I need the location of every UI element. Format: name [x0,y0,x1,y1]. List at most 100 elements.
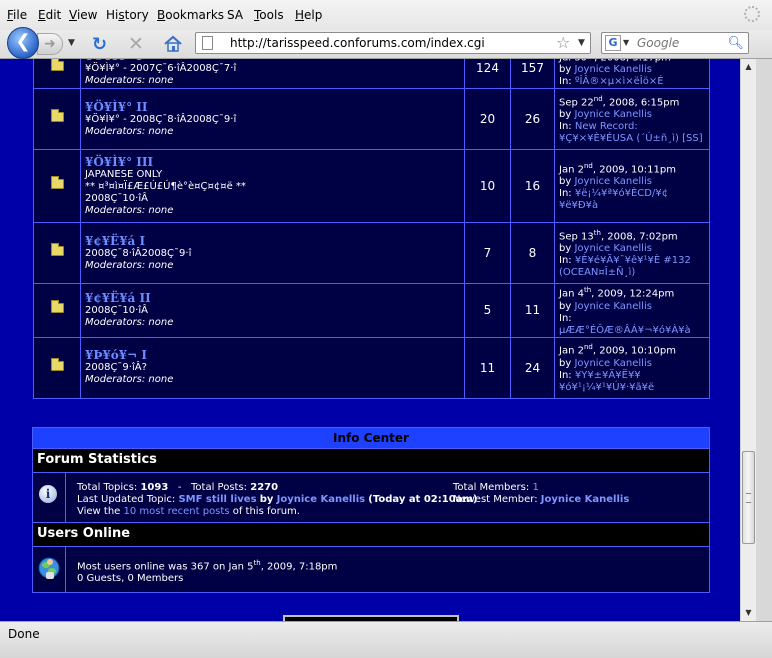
last-post-day: Sep 22 [559,97,594,109]
last-post-topic-link[interactable]: µÆÆ°ÉÔÆ®ÂÁ¥¬¥ó¥À¥à [559,325,691,336]
most-users-suffix: th [253,559,261,567]
board-info-cell: ¥¢¥Ë¥á II 2008Ç¯10·îÂ Moderators: none [80,283,465,338]
last-topic-link[interactable]: SMF still lives [178,494,256,505]
board-name-link[interactable]: ¥¢¥Ë¥á II [85,292,460,304]
window-frame-right [756,59,772,621]
newest-member-label: Newest Member: [453,494,538,505]
board-row: ¥Ö¥Ì¥° II ¥Ö¥Ì¥° - 2008Ç¯8·îÂ2008Ç¯9·î Mod… [33,88,710,151]
users-online-row: Most users online was 367 on Jan 5th, 20… [32,547,710,593]
stats-totals-line: Total Topics: 1093 - Total Posts: 2270 [77,482,477,494]
board-name-link[interactable]: ¥Ö¥Ì¥° III [85,156,460,168]
url-dropdown-icon[interactable]: ▼ [578,38,585,48]
search-input[interactable] [635,35,735,51]
last-post-author-link[interactable]: Joynice Kanellis [574,176,651,187]
forward-arrow-icon: ➜ [44,36,56,52]
last-post-topic-link[interactable]: ¥È¥é¥Ã¥¯¥ê¥¹¥È #132 (OCEAN¤Î±Ñ¸ì) [559,255,691,278]
menu-help[interactable]: Help [295,8,322,22]
board-icon-cell [33,222,81,285]
board-posts-count: 26 [510,88,555,151]
last-post-day-suffix: nd [583,343,593,352]
menu-tools[interactable]: Tools [254,8,284,22]
url-text[interactable]: http://tarisspeed.conforums.com/index.cg… [230,36,485,50]
last-post-in-label: In: [559,255,575,267]
back-button[interactable]: ❮ [7,27,39,59]
board-name-link[interactable]: ¥¢¥Ë¥á I [85,235,460,247]
last-post-in: In: ¥È¥é¥Ã¥¯¥ê¥¹¥È #132 (OCEAN¤Î±Ñ¸ì) [559,255,705,279]
recent-posts-link[interactable]: 10 most recent posts [124,506,230,517]
vertical-scrollbar[interactable]: ▲ ▼ [740,59,756,621]
scroll-down-icon[interactable]: ▼ [741,605,756,621]
google-icon[interactable]: G [605,35,621,51]
last-post-date: Sep 13th, 2008, 7:02pm [559,227,705,243]
stats-left-text: Total Topics: 1093 - Total Posts: 2270 L… [77,482,477,518]
last-post-in-label: In: [559,188,575,200]
board-name-link[interactable]: ¥Þ¥ó¥¬ I [85,349,460,361]
menu-history[interactable]: History [106,8,149,22]
stop-button[interactable]: ✕ [128,33,144,55]
board-topics-count: 10 [464,149,511,224]
board-info-cell: ¥Ö¥Ì¥° I¥Ö¥Ì¥° - 2007Ç¯6·îÂ2008Ç¯7·îMode… [80,59,465,90]
last-post-in: In: ºÎÂ®×µ×ì×ëÎö×É [559,76,705,88]
board-posts-count: 24 [510,336,555,399]
last-post-day-suffix: nd [593,95,603,104]
last-post-author-link[interactable]: Joynice Kanellis [574,243,651,254]
menu-bookmarks[interactable]: Bookmarks [157,8,224,22]
board-description: 2008Ç¯9·îÂ? [85,362,147,374]
last-post-topic-link[interactable]: ºÎÂ®×µ×ì×ëÎö×É [575,76,664,87]
board-last-post-cell: Jan 2nd, 2009, 10:10pm by Joynice Kanelli… [554,336,710,399]
menu-file[interactable]: File [7,8,27,22]
total-posts-value: 2270 [250,482,279,493]
last-post-in: In: ¥Y¥±¥Ä¥Ë¥¥¥ó¥¹¡¼¥¹¥Ú¥·¥ã¥ë [559,370,705,394]
forward-button[interactable]: ➜ [37,33,63,55]
folder-icon [50,59,64,72]
board-info-cell: ¥Þ¥ó¥¬ I 2008Ç¯9·îÂ? Moderators: none [80,336,465,399]
navigation-toolbar: ➜ ❮ ▼ ↻ ✕ http://tarisspeed.conforums.co… [0,27,772,59]
last-post-day: Jan 2 [559,345,584,357]
menu-sa[interactable]: SA [227,8,243,22]
board-posts-count: 11 [510,283,555,338]
menu-edit[interactable]: Edit [38,8,61,22]
scroll-thumb[interactable] [742,451,755,544]
stats-icon-cell: i [33,473,66,522]
board-name-link[interactable]: ¥Ö¥Ì¥° II [85,101,460,113]
last-post-author-link[interactable]: Joynice Kanellis [574,109,651,120]
newest-member-link[interactable]: Joynice Kanellis [541,494,629,505]
url-bar[interactable]: http://tarisspeed.conforums.com/index.cg… [195,32,591,54]
last-post-topic-link[interactable]: ¥ë¡¼¥ª¥ó¥ÈCD/¥¢¥ë¥Ð¥à [559,188,668,211]
search-bar: G ▼ 🔍︎ [601,32,749,54]
board-row: ¥¢¥Ë¥á I 2008Ç¯8·îÂ2008Ç¯9·î Moderators: n… [33,222,710,285]
board-description: 2008Ç¯8·îÂ2008Ç¯9·î [85,247,192,259]
search-icon[interactable]: 🔍︎ [727,36,744,51]
view-recent-line: View the 10 most recent posts of this fo… [77,506,477,518]
scroll-up-icon[interactable]: ▲ [741,59,756,75]
last-post-topic-link[interactable]: New Record: ¥Ç¥×¥È¥ÉUSA (´Ú±ñ¸ì) [SS] [559,121,703,144]
newest-member-line: Newest Member: Joynice Kanellis [453,494,629,506]
board-moderators: Moderators: none [85,316,174,328]
last-post-author-link[interactable]: Joynice Kanellis [574,358,651,369]
last-post-author-link[interactable]: Joynice Kanellis [574,64,651,75]
last-post-by: by Joynice Kanellis [559,357,652,369]
reload-button[interactable]: ↻ [92,34,107,55]
board-posts-count: 16 [510,149,555,224]
total-members-link[interactable]: 1 [532,482,538,493]
search-engine-dropdown-icon[interactable]: ▼ [623,38,629,47]
last-post-author-link[interactable]: Joynice Kanellis [574,301,651,312]
total-topics-label: Total Topics: [77,482,138,493]
view-the-text: View the [77,506,121,517]
menu-file-label: ile [13,8,28,22]
history-dropdown-icon[interactable]: ▼ [68,38,75,48]
board-row: ¥Ö¥Ì¥° I¥Ö¥Ì¥° - 2007Ç¯6·îÂ2008Ç¯7·îMode… [33,59,710,90]
most-users-line: Most users online was 367 on Jan 5th, 20… [77,557,337,573]
last-author-link[interactable]: Joynice Kanellis [277,494,365,505]
board-name-link[interactable]: ¥Ö¥Ì¥° I [85,59,460,62]
home-button[interactable] [163,35,183,56]
board-info-cell: ¥Ö¥Ì¥° II ¥Ö¥Ì¥° - 2008Ç¯8·îÂ2008Ç¯9·î Mod… [80,88,465,151]
board-posts-count: 8 [510,222,555,285]
board-topics-count: 20 [464,88,511,151]
bookmark-star-icon[interactable]: ☆ [556,33,570,52]
menu-view[interactable]: View [69,8,97,22]
back-arrow-icon: ❮ [15,31,31,52]
menu-help-label: elp [304,8,323,22]
last-post-date: Sep 22nd, 2008, 6:15pm [559,93,705,109]
last-post-date: Jan 4th, 2009, 12:24pm [559,284,705,300]
